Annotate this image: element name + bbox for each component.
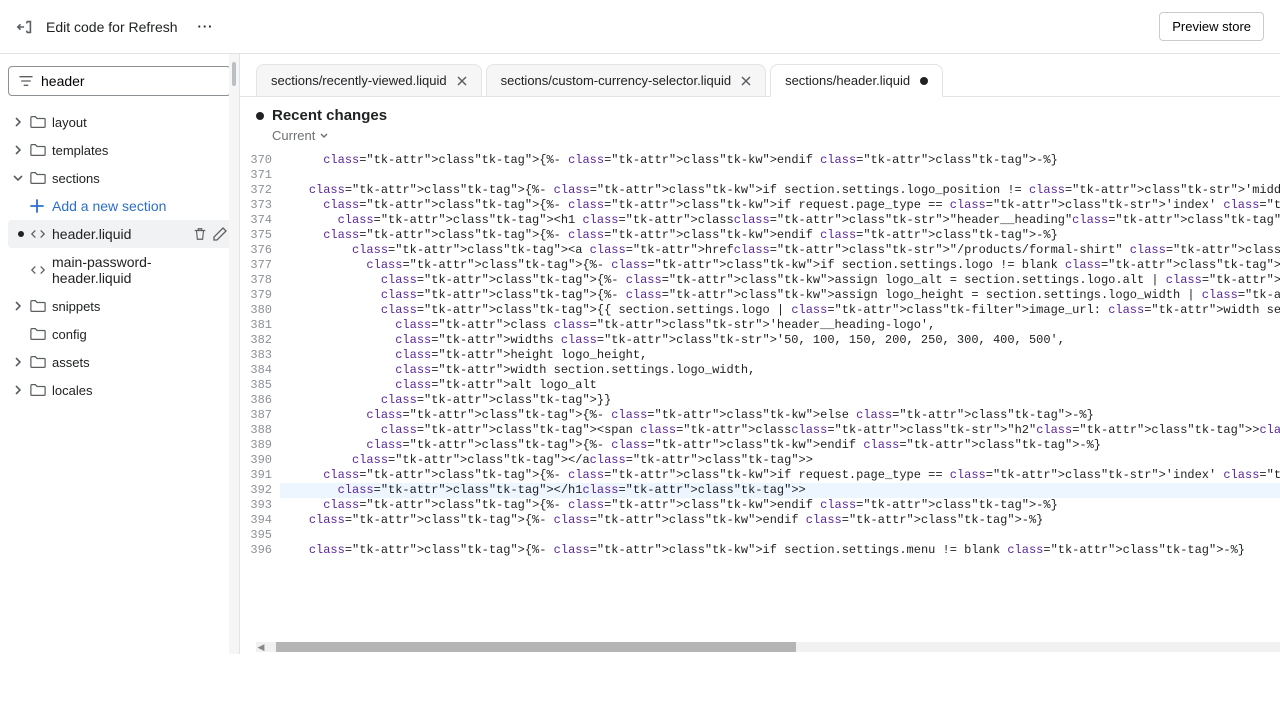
folder-templates[interactable]: templates	[8, 136, 231, 164]
code-icon	[30, 226, 46, 242]
add-section-button[interactable]: Add a new section	[8, 192, 231, 220]
trash-icon[interactable]	[193, 227, 207, 241]
folder-label: assets	[52, 355, 90, 370]
tab-label: sections/recently-viewed.liquid	[271, 73, 447, 88]
top-bar-left: Edit code for Refresh ···	[16, 15, 222, 38]
dirty-dot-icon	[920, 77, 928, 85]
chevron-right-icon	[12, 384, 24, 396]
file-label: main-password-header.liquid	[52, 254, 227, 286]
folder-layout[interactable]: layout	[8, 108, 231, 136]
tab-label: sections/custom-currency-selector.liquid	[501, 73, 731, 88]
chevron-right-icon	[12, 116, 24, 128]
current-label: Current	[272, 128, 315, 143]
line-number-gutter: 3703713723733743753763773783793803813823…	[240, 153, 280, 654]
folder-icon	[30, 354, 46, 370]
edit-icon[interactable]	[213, 227, 227, 241]
file-main-password-header[interactable]: main-password-header.liquid	[8, 248, 231, 292]
preview-store-button[interactable]: Preview store	[1159, 12, 1264, 41]
folder-icon	[30, 326, 46, 342]
add-section-label: Add a new section	[52, 198, 166, 214]
close-icon[interactable]	[741, 76, 751, 86]
file-header-liquid[interactable]: header.liquid	[8, 220, 231, 248]
tab-bar: sections/recently-viewed.liquid sections…	[240, 54, 1280, 97]
chevron-down-icon	[12, 172, 24, 184]
folder-sections[interactable]: sections	[8, 164, 231, 192]
chevron-right-icon	[12, 144, 24, 156]
folder-config[interactable]: config	[8, 320, 231, 348]
scroll-left-icon[interactable]: ◀	[256, 642, 266, 653]
file-actions	[193, 227, 227, 241]
filter-icon	[19, 75, 33, 87]
version-dropdown[interactable]: Current	[256, 128, 387, 143]
folder-locales[interactable]: locales	[8, 376, 231, 404]
close-icon[interactable]	[457, 76, 467, 86]
folder-icon	[30, 170, 46, 186]
editor-header: Recent changes Current Format liquid Sav…	[240, 97, 1280, 153]
page-title: Edit code for Refresh	[46, 19, 178, 35]
tab-header[interactable]: sections/header.liquid	[770, 64, 943, 97]
more-menu-button[interactable]: ···	[190, 15, 222, 38]
tab-recently-viewed[interactable]: sections/recently-viewed.liquid	[256, 64, 482, 96]
recent-changes-title: Recent changes	[272, 107, 387, 124]
sidebar: layout templates sections Add a new sect…	[0, 54, 240, 654]
folder-assets[interactable]: assets	[8, 348, 231, 376]
chevron-right-icon	[12, 356, 24, 368]
search-input[interactable]	[41, 73, 222, 89]
folder-icon	[30, 114, 46, 130]
folder-icon	[30, 298, 46, 314]
chevron-down-icon	[319, 131, 329, 141]
tab-currency-selector[interactable]: sections/custom-currency-selector.liquid	[486, 64, 766, 96]
editor-area: sections/recently-viewed.liquid sections…	[240, 54, 1280, 654]
code-content[interactable]: class="tk-attr">class"tk-tag">{%- class=…	[280, 153, 1280, 654]
folder-icon	[30, 142, 46, 158]
search-input-wrapper[interactable]	[8, 66, 231, 96]
horizontal-scrollbar[interactable]: ◀ ▶	[256, 642, 1280, 652]
main-area: layout templates sections Add a new sect…	[0, 54, 1280, 654]
file-label: header.liquid	[52, 226, 131, 242]
folder-label: templates	[52, 143, 108, 158]
dirty-dot-icon	[256, 112, 264, 120]
code-icon	[30, 262, 46, 278]
tab-label: sections/header.liquid	[785, 73, 910, 88]
chevron-right-icon	[12, 300, 24, 312]
folder-label: snippets	[52, 299, 100, 314]
dirty-dot-icon	[18, 231, 24, 237]
folder-icon	[30, 382, 46, 398]
folder-label: config	[52, 327, 87, 342]
exit-icon[interactable]	[16, 18, 34, 36]
plus-icon	[30, 199, 44, 213]
sidebar-scrollbar[interactable]	[229, 54, 239, 654]
recent-changes-block: Recent changes Current	[256, 107, 387, 143]
folder-label: layout	[52, 115, 87, 130]
folder-snippets[interactable]: snippets	[8, 292, 231, 320]
code-editor[interactable]: 3703713723733743753763773783793803813823…	[240, 153, 1280, 654]
folder-label: sections	[52, 171, 100, 186]
folder-label: locales	[52, 383, 92, 398]
top-bar: Edit code for Refresh ··· Preview store	[0, 0, 1280, 54]
